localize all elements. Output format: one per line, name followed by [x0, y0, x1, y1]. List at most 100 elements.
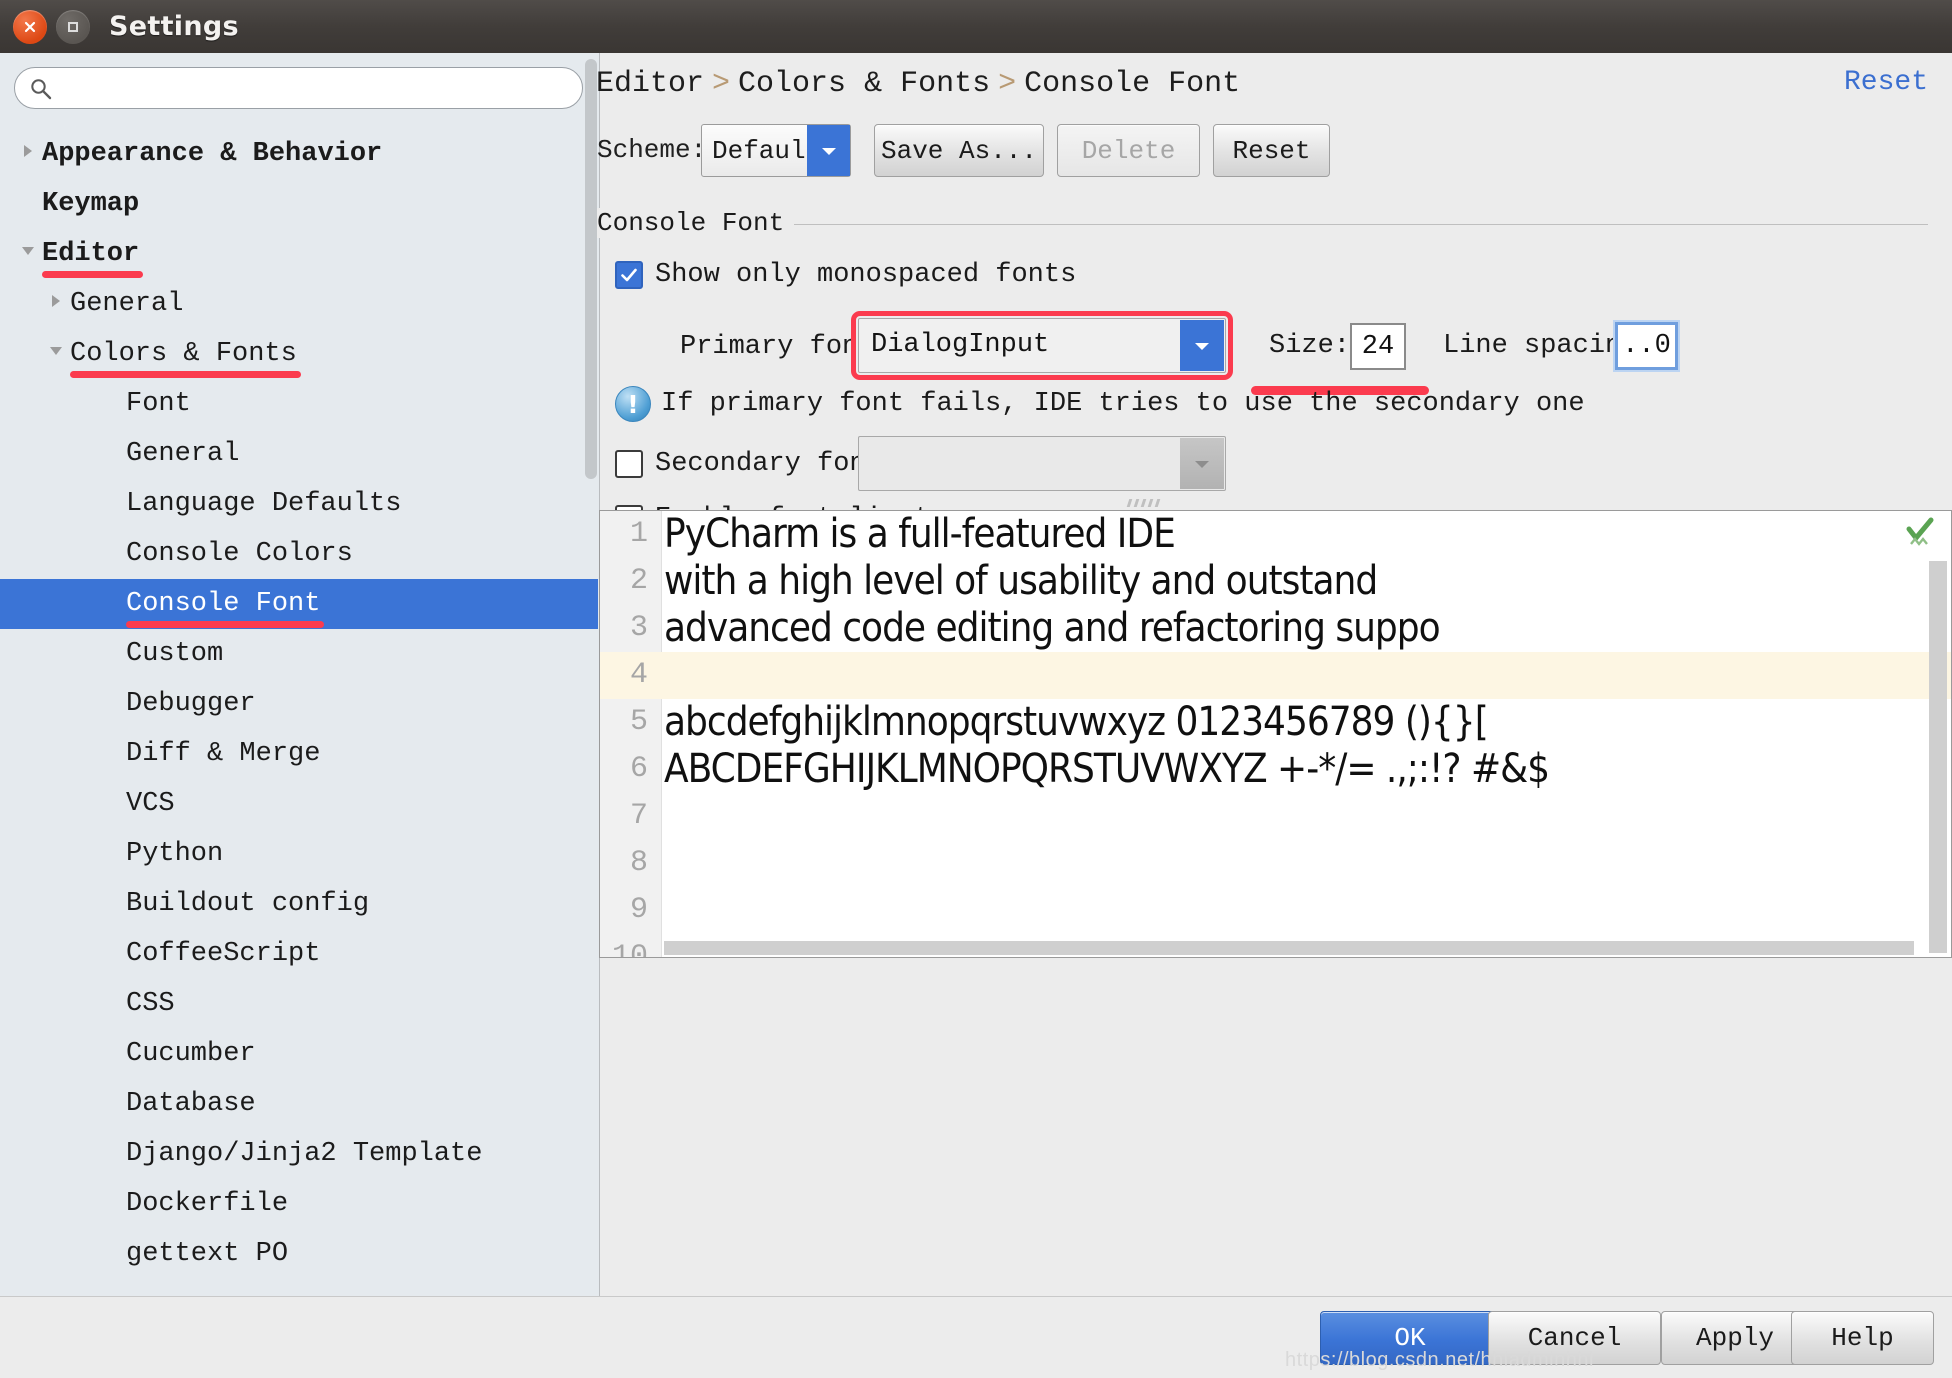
reset-scheme-button[interactable]: Reset [1213, 124, 1330, 177]
sidebar-item-editor[interactable]: Editor [0, 229, 598, 279]
size-input[interactable]: 24 [1350, 323, 1406, 370]
sidebar-item-label: Console Colors [126, 539, 353, 569]
breadcrumb-part[interactable]: Editor [596, 67, 704, 101]
sidebar-scrollbar[interactable] [585, 59, 597, 479]
sidebar-item-buildout-config[interactable]: Buildout config [0, 879, 598, 929]
scheme-select[interactable]: Default [701, 124, 851, 177]
line-number: 7 [629, 799, 648, 833]
breadcrumb-part[interactable]: Console Font [1024, 67, 1240, 101]
sidebar-item-label: Editor [42, 239, 144, 278]
line-number: 5 [629, 705, 648, 739]
maximize-icon[interactable] [56, 9, 90, 44]
sidebar-item-label: Custom [126, 639, 224, 669]
search-input[interactable] [59, 68, 559, 108]
sidebar-item-general[interactable]: General [0, 429, 598, 479]
sidebar-item-appearance-behavior[interactable]: Appearance & Behavior [0, 129, 598, 179]
sidebar-item-css[interactable]: CSS [0, 979, 598, 1029]
breadcrumb-separator: > [998, 67, 1017, 101]
preview-line: 3 advanced code editing and refactoring s… [600, 605, 1951, 652]
line-number: 2 [629, 564, 648, 598]
breadcrumb-row: Editor > Colors & Fonts > Console Font Reset [596, 59, 1952, 115]
preview-line-text: with a high level of usability and outst… [664, 558, 1378, 604]
window-buttons [13, 9, 90, 44]
chevron-down-icon[interactable] [807, 125, 850, 176]
sidebar-item-debugger[interactable]: Debugger [0, 679, 598, 729]
editor-horizontal-scrollbar[interactable] [664, 941, 1914, 955]
sidebar-item-gettext-po[interactable]: gettext PO [0, 1229, 598, 1279]
chevron-down-icon [1180, 438, 1224, 489]
preview-line-text: advanced code editing and refactoring su… [664, 605, 1441, 651]
line-number: 3 [629, 611, 648, 645]
chevron-down-icon [14, 239, 42, 269]
sidebar-item-label: Dockerfile [126, 1189, 289, 1219]
console-font-group: Console Font Show only monospaced fonts … [597, 208, 1952, 642]
sidebar-item-python[interactable]: Python [0, 829, 598, 879]
font-preview-editor[interactable]: 1 PyCharm is a full-featured IDE 2 with a h… [599, 510, 1952, 958]
sidebar-item-label: Keymap [42, 189, 140, 219]
settings-dialog: Settings Appearance & Behavior Keymap Edit… [0, 0, 1952, 1378]
sidebar-item-label: Colors & Fonts [70, 339, 301, 378]
sidebar-item-console-font[interactable]: Console Font [0, 579, 598, 629]
close-icon[interactable] [13, 9, 47, 44]
line-number: 9 [629, 893, 648, 927]
sidebar-item-console-colors[interactable]: Console Colors [0, 529, 598, 579]
sidebar-item-general[interactable]: General [0, 279, 598, 329]
sidebar-item-label: Language Defaults [126, 489, 402, 519]
preview-line-text: ABCDEFGHIJKLMNOPQRSTUVWXYZ +-*/= .,;:!? … [664, 746, 1550, 792]
help-button[interactable]: Help [1791, 1311, 1934, 1365]
sidebar-item-font[interactable]: Font [0, 379, 598, 429]
sidebar-item-keymap[interactable]: Keymap [0, 179, 598, 229]
secondary-font-checkbox[interactable] [615, 450, 643, 478]
sidebar-item-label: VCS [126, 789, 175, 819]
secondary-font-row: Secondary font: [615, 436, 1615, 492]
scheme-label: Scheme: [597, 135, 707, 165]
primary-font-info-row: ! If primary font fails, IDE tries to us… [615, 386, 1585, 422]
sidebar-item-label: General [126, 439, 240, 469]
show-monospaced-row[interactable]: Show only monospaced fonts [615, 260, 1076, 290]
show-monospaced-checkbox[interactable] [615, 261, 643, 289]
sidebar-item-language-defaults[interactable]: Language Defaults [0, 479, 598, 529]
dialog-footer: OK Cancel Apply Help https://blog.csdn.n… [0, 1296, 1952, 1378]
show-monospaced-label: Show only monospaced fonts [655, 260, 1077, 290]
primary-font-row: Primary font: DialogInput Size: 24 Line … [615, 311, 1952, 395]
scheme-value: Default [712, 135, 822, 166]
sidebar-item-database[interactable]: Database [0, 1079, 598, 1129]
preview-line: 4 [600, 652, 1951, 699]
primary-font-value: DialogInput [871, 330, 1050, 360]
settings-tree[interactable]: Appearance & Behavior Keymap Editor General… [0, 129, 598, 1296]
breadcrumb[interactable]: Editor > Colors & Fonts > Console Font [596, 67, 1240, 101]
save-as-button[interactable]: Save As... [874, 124, 1044, 177]
sidebar-item-diff-merge[interactable]: Diff & Merge [0, 729, 598, 779]
search-box[interactable] [14, 67, 583, 109]
sidebar-item-coffeescript[interactable]: CoffeeScript [0, 929, 598, 979]
watermark: https://blog.csdn.net/hhladminhhl [1285, 1349, 1594, 1371]
primary-font-select[interactable]: DialogInput [858, 318, 1226, 373]
splitter-grip[interactable] [1123, 498, 1163, 508]
delete-scheme-button: Delete [1057, 124, 1200, 177]
apply-button[interactable]: Apply [1661, 1311, 1809, 1365]
sidebar-item-cucumber[interactable]: Cucumber [0, 1029, 598, 1079]
sidebar-item-vcs[interactable]: VCS [0, 779, 598, 829]
sidebar-item-label: Python [126, 839, 224, 869]
window-title: Settings [109, 11, 239, 42]
chevron-right-icon [14, 139, 42, 169]
sidebar-item-custom[interactable]: Custom [0, 629, 598, 679]
settings-detail-pane: Editor > Colors & Fonts > Console Font Reset… [596, 53, 1952, 1296]
editor-vertical-scrollbar[interactable] [1929, 561, 1947, 953]
breadcrumb-part[interactable]: Colors & Fonts [738, 67, 990, 101]
scheme-row: Scheme: Default Save As... Delete Reset [597, 121, 1952, 181]
sidebar-item-label: Debugger [126, 689, 256, 719]
sidebar-item-label: Console Font [126, 589, 325, 628]
sidebar-item-dockerfile[interactable]: Dockerfile [0, 1179, 598, 1229]
chevron-down-icon [42, 339, 70, 369]
chevron-down-icon[interactable] [1180, 320, 1224, 371]
line-spacing-input[interactable]: ..0 [1615, 322, 1678, 370]
info-icon: ! [615, 386, 651, 422]
preview-line: 1 PyCharm is a full-featured IDE [600, 511, 1951, 558]
preview-line: 8 [600, 840, 1951, 887]
checkmark-ok-icon[interactable] [1905, 517, 1935, 551]
sidebar-item-django-jinja2-template[interactable]: Django/Jinja2 Template [0, 1129, 598, 1179]
sidebar-item-colors-fonts[interactable]: Colors & Fonts [0, 329, 598, 379]
preview-line: 5 abcdefghijklmnopqrstuvwxyz 0123456789 (… [600, 699, 1951, 746]
reset-link[interactable]: Reset [1844, 67, 1928, 98]
